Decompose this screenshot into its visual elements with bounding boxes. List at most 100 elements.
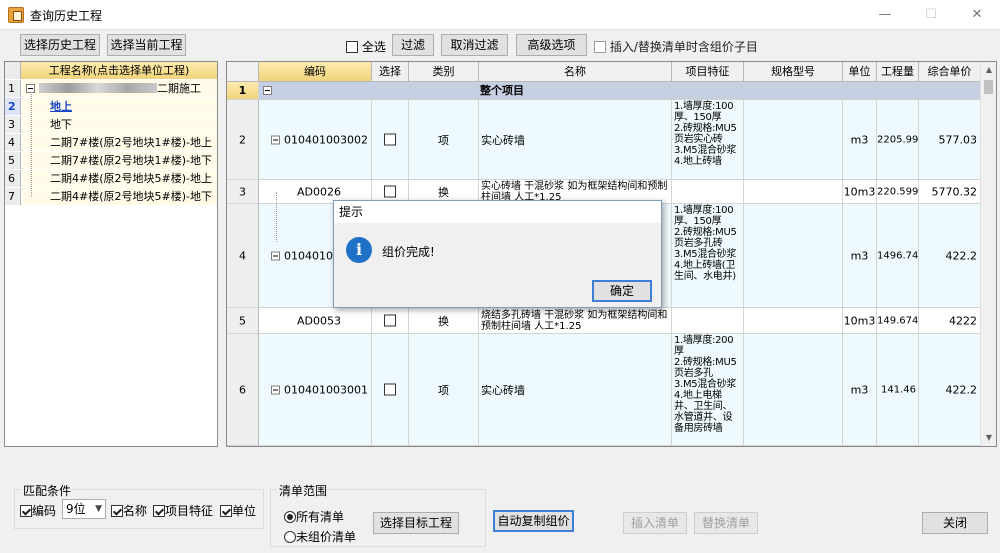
tree-row[interactable]: 4 二期7#楼(原2号地块1#楼)-地上	[5, 134, 217, 151]
tree-row[interactable]: 3 地下	[5, 116, 217, 133]
row-select-checkbox[interactable]	[384, 383, 396, 395]
info-dialog: 提示 i 组价完成! 确定	[333, 200, 662, 308]
type-cell: 换	[409, 308, 479, 334]
tree-row-selected[interactable]: 2 地上	[5, 98, 217, 115]
window-title: 查询历史工程	[30, 9, 103, 23]
scroll-down-arrow-icon[interactable]: ▼	[981, 430, 996, 446]
tree-connector	[276, 192, 277, 242]
unit-check-box[interactable]	[220, 505, 232, 517]
code-check-box[interactable]	[20, 505, 32, 517]
spec-cell	[744, 204, 843, 308]
blurred-project-name	[39, 83, 157, 93]
grid-vertical-scrollbar[interactable]: ▲ ▼	[980, 62, 996, 446]
select-cell[interactable]	[372, 308, 409, 334]
row-number: 5	[227, 308, 259, 334]
unit-price-header: 综合单价	[919, 62, 981, 82]
name-checkbox[interactable]: 名称	[111, 502, 147, 519]
row-number: 3	[227, 180, 259, 204]
spec-header: 规格型号	[744, 62, 843, 82]
unit-header: 单位	[843, 62, 877, 82]
row-select-checkbox[interactable]	[384, 133, 396, 145]
chevron-down-icon: ▼	[95, 504, 102, 514]
row-number: 4	[227, 204, 259, 308]
feature-check-box[interactable]	[153, 505, 165, 517]
name-cell: 实心砖墙	[479, 100, 672, 180]
select-all-label: 全选	[361, 40, 386, 54]
quantity-cell: 141.46	[877, 334, 919, 446]
cancel-filter-button[interactable]: 取消过滤	[441, 34, 508, 56]
include-subitems-box[interactable]	[594, 41, 606, 53]
feature-cell: 1.墙厚度:100厚、150厚 2.砖规格:MU5页岩实心砖 3.M5混合砂浆 …	[672, 100, 744, 180]
feature-cell	[672, 180, 744, 204]
list-scope-title: 清单范围	[277, 482, 330, 499]
match-conditions-title: 匹配条件	[21, 482, 74, 499]
select-header: 选择	[372, 62, 409, 82]
include-subitems-checkbox[interactable]: 插入/替换清单时含组价子目	[594, 38, 758, 55]
replace-list-button[interactable]: 替换清单	[694, 512, 758, 534]
digits-select[interactable]: 9位 ▼	[62, 499, 106, 519]
tree-row[interactable]: 1 二期施工	[5, 80, 217, 97]
feature-checkbox[interactable]: 项目特征	[153, 502, 213, 519]
name-cell: 实心砖墙	[479, 334, 672, 446]
row-select-checkbox[interactable]	[384, 314, 396, 326]
feature-cell: 1.墙厚度:200厚 2.砖规格:MU5页岩多孔 3.M5混合砂浆 4.地上电梯…	[672, 334, 744, 446]
unpriced-lists-radio-dot[interactable]	[284, 531, 296, 543]
select-history-project-button[interactable]: 选择历史工程	[20, 34, 100, 56]
code-checkbox[interactable]: 编码	[20, 502, 56, 519]
select-target-project-button[interactable]: 选择目标工程	[373, 512, 459, 534]
row-number: 2	[227, 100, 259, 180]
app-icon	[8, 7, 24, 23]
name-check-box[interactable]	[111, 505, 123, 517]
filter-button[interactable]: 过滤	[392, 34, 434, 56]
spec-cell	[744, 180, 843, 204]
feature-cell	[672, 308, 744, 334]
code-header: 编码	[259, 62, 372, 82]
insert-list-button[interactable]: 插入清单	[623, 512, 687, 534]
select-all-box[interactable]	[346, 41, 358, 53]
unit-checkbox[interactable]: 单位	[220, 502, 256, 519]
collapse-icon[interactable]	[271, 251, 280, 260]
quantity-cell: 2205.99	[877, 100, 919, 180]
collapse-icon[interactable]	[271, 135, 280, 144]
auto-copy-pricing-button[interactable]: 自动复制组价	[493, 510, 574, 532]
scroll-up-arrow-icon[interactable]: ▲	[981, 62, 996, 78]
spec-cell	[744, 100, 843, 180]
select-all-checkbox[interactable]: 全选	[346, 38, 386, 55]
all-lists-radio-dot[interactable]	[284, 511, 296, 523]
unpriced-lists-radio[interactable]: 未组价清单	[284, 528, 356, 545]
scroll-thumb[interactable]	[984, 80, 993, 94]
type-header: 类别	[409, 62, 479, 82]
price-cell: 422.2	[919, 204, 981, 308]
type-cell: 项	[409, 334, 479, 446]
select-cell[interactable]	[372, 100, 409, 180]
quantity-cell: 220.599	[877, 180, 919, 204]
unit-cell: 10m3	[843, 308, 877, 334]
close-window-button[interactable]: ✕	[954, 0, 1000, 30]
minimize-button[interactable]: —	[862, 0, 908, 30]
all-lists-radio[interactable]: 所有清单	[284, 508, 344, 525]
row-select-checkbox[interactable]	[384, 185, 396, 197]
feature-label: 项目特征	[165, 504, 214, 518]
tree-row[interactable]: 5 二期7#楼(原2号地块1#楼)-地下	[5, 152, 217, 169]
select-cell[interactable]	[372, 334, 409, 446]
group-row[interactable]: 整个项目	[259, 82, 981, 100]
collapse-icon[interactable]	[271, 385, 280, 394]
maximize-button[interactable]: ☐	[908, 0, 954, 30]
price-cell: 422.2	[919, 334, 981, 446]
collapse-icon[interactable]	[263, 86, 272, 95]
select-current-project-button[interactable]: 选择当前工程	[107, 34, 186, 56]
project-tree-header: 工程名称(点击选择单位工程)	[5, 62, 217, 79]
tree-row[interactable]: 7 二期4#楼(原2号地块5#楼)-地下	[5, 188, 217, 205]
code-cell: 010401003002	[259, 100, 372, 180]
include-subitems-label: 插入/替换清单时含组价子目	[609, 40, 758, 54]
spec-cell	[744, 308, 843, 334]
code-cell: 010401003001	[259, 334, 372, 446]
tree-row[interactable]: 6 二期4#楼(原2号地块5#楼)-地上	[5, 170, 217, 187]
advanced-options-button[interactable]: 高级选项	[516, 34, 587, 56]
unit-cell: m3	[843, 100, 877, 180]
dialog-ok-button[interactable]: 确定	[592, 280, 652, 302]
price-cell: 4222	[919, 308, 981, 334]
close-button[interactable]: 关闭	[922, 512, 988, 534]
feature-cell: 1.墙厚度:100厚、150厚 2.砖规格:MU5页岩多孔砖 3.M5混合砂浆 …	[672, 204, 744, 308]
row-number-header	[227, 62, 259, 82]
